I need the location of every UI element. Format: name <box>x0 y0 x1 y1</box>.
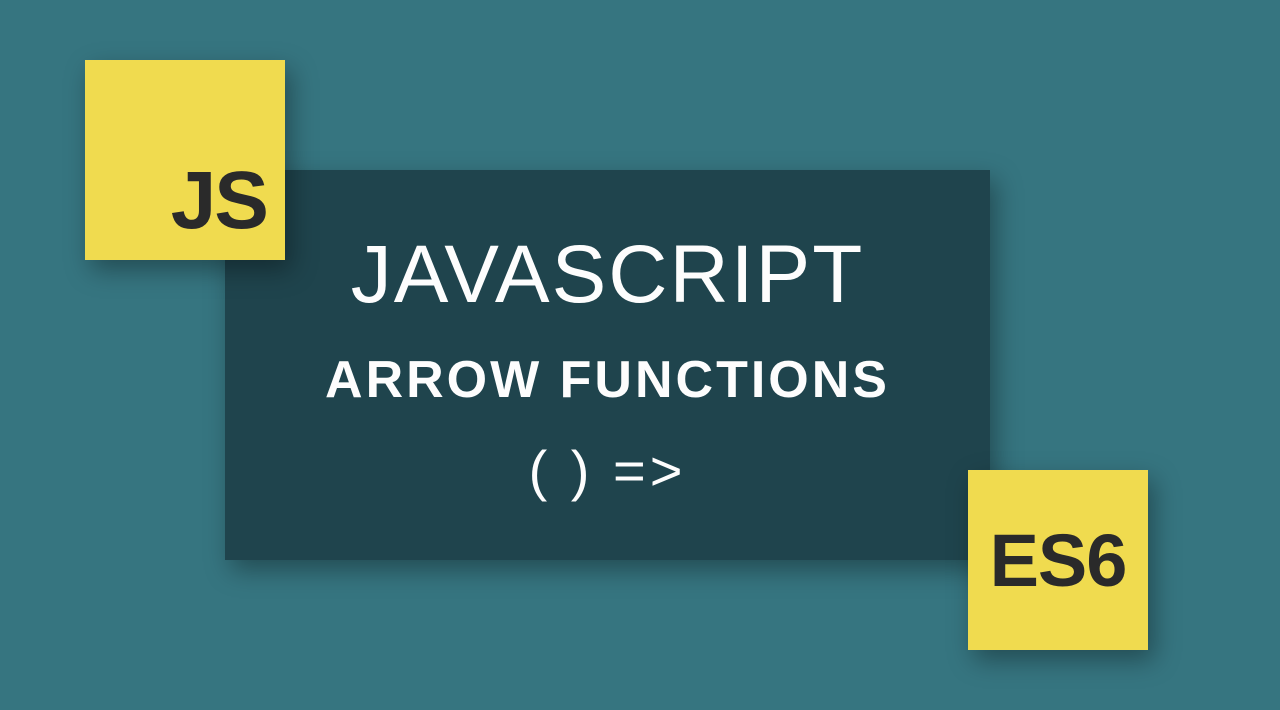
es6-logo-badge: ES6 <box>968 470 1148 650</box>
title-panel: JAVASCRIPT ARROW FUNCTIONS ( ) => <box>225 170 990 560</box>
panel-subtitle: ARROW FUNCTIONS <box>325 350 890 410</box>
panel-code-snippet: ( ) => <box>529 438 687 503</box>
es6-logo-text: ES6 <box>990 518 1127 603</box>
panel-title: JAVASCRIPT <box>351 228 865 322</box>
js-logo-badge: JS <box>85 60 285 260</box>
js-logo-text: JS <box>171 154 267 248</box>
